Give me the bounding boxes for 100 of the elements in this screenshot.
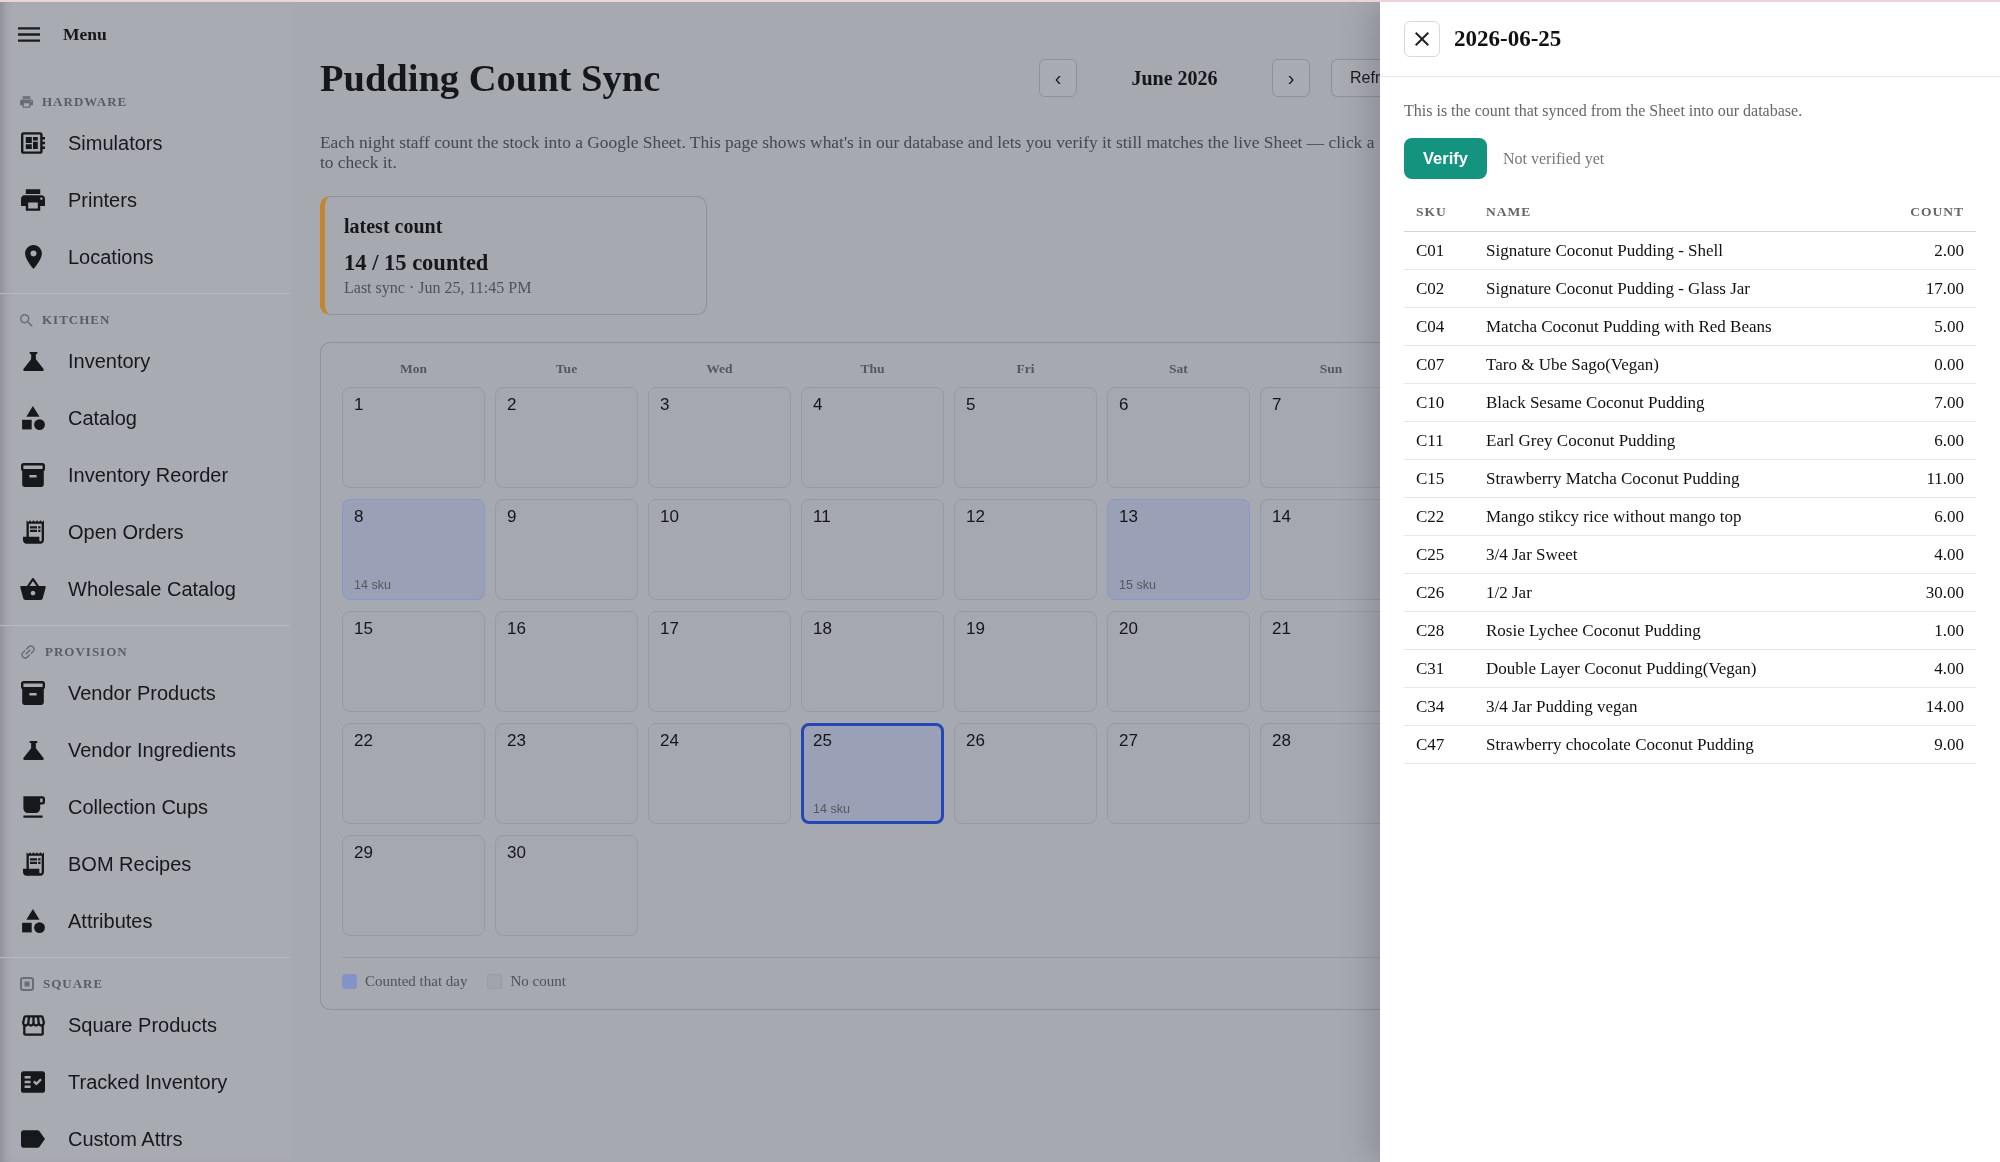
sidebar-item[interactable]: Inventory Reorder — [0, 455, 291, 495]
day-cell[interactable]: 4 — [801, 387, 944, 488]
day-cell[interactable]: 7 — [1260, 387, 1380, 488]
last-sync-text: Last sync · Jun 25, 11:45 PM — [344, 278, 533, 298]
day-cell[interactable]: 5 — [954, 387, 1097, 488]
table-cell: C31 — [1404, 649, 1474, 688]
day-cell[interactable]: 21 — [1260, 611, 1380, 712]
sidebar-item[interactable]: Inventory — [0, 341, 291, 381]
day-cell[interactable]: 9 — [495, 499, 638, 600]
verify-button[interactable]: Verify — [1404, 138, 1487, 179]
table-cell: 5.00 — [1875, 307, 1976, 346]
table-cell: Matcha Coconut Pudding with Red Beans — [1474, 307, 1876, 346]
cut-off-button[interactable]: Refr — [1331, 59, 1380, 97]
day-cell[interactable]: 26 — [954, 723, 1097, 824]
sidebar-item[interactable]: BOM Recipes — [0, 844, 291, 884]
sidebar-item[interactable]: Simulators — [0, 123, 291, 163]
section-label: HARDWARE — [42, 93, 128, 111]
archive-box-icon — [21, 463, 45, 487]
day-cell[interactable]: 1 — [342, 387, 485, 488]
sidebar-item[interactable]: Vendor Ingredients — [0, 730, 291, 770]
menu-button[interactable] — [18, 26, 40, 42]
sidebar-item[interactable]: Collection Cups — [0, 787, 291, 827]
table-cell: Strawberry chocolate Coconut Pudding — [1474, 725, 1876, 764]
shapes-icon — [21, 406, 45, 430]
day-cell[interactable]: 15 — [342, 611, 485, 712]
day-cell[interactable]: 3 — [648, 387, 791, 488]
day-cell[interactable]: 17 — [648, 611, 791, 712]
day-cell[interactable]: 6 — [1107, 387, 1250, 488]
day-cell[interactable]: 23 — [495, 723, 638, 824]
table-cell: C04 — [1404, 307, 1474, 346]
card-title: latest count — [344, 214, 444, 238]
close-button[interactable] — [1404, 21, 1440, 57]
sidebar-item[interactable]: Printers — [0, 180, 291, 220]
search-icon — [20, 313, 33, 327]
day-cell[interactable]: 19 — [954, 611, 1097, 712]
weekday-label: Fri — [1015, 360, 1036, 378]
day-cell[interactable]: 16 — [495, 611, 638, 712]
table-cell: Rosie Lychee Coconut Pudding — [1474, 611, 1876, 650]
day-cell[interactable]: 30 — [495, 835, 638, 936]
table-cell: 1/2 Jar — [1474, 573, 1876, 612]
table-cell: Mango stikcy rice without mango top — [1474, 497, 1876, 536]
sidebar-item[interactable]: Vendor Products — [0, 673, 291, 713]
sidebar-item[interactable]: Custom Attrs — [0, 1119, 291, 1159]
sidebar-item[interactable]: Tracked Inventory — [0, 1062, 291, 1102]
day-cell[interactable]: 29 — [342, 835, 485, 936]
table-cell: C01 — [1404, 231, 1474, 270]
table-cell: 6.00 — [1875, 421, 1976, 460]
sidebar-item[interactable]: Open Orders — [0, 512, 291, 552]
table-cell: C25 — [1404, 535, 1474, 574]
day-cell[interactable]: 13 15 sku — [1107, 499, 1250, 600]
day-cell[interactable]: 18 — [801, 611, 944, 712]
sidebar-item[interactable]: Square Products — [0, 1005, 291, 1045]
menu-title: Menu — [63, 23, 107, 45]
table-cell: 9.00 — [1875, 725, 1976, 764]
previous-month-button[interactable]: ‹ — [1039, 59, 1077, 97]
table-cell: 3/4 Jar Sweet — [1474, 535, 1876, 574]
column-header: NAME — [1474, 193, 1876, 232]
tag-icon — [21, 1130, 45, 1148]
table-cell: C11 — [1404, 421, 1474, 460]
cup-icon — [21, 796, 45, 818]
printer-icon — [21, 189, 45, 211]
table-cell: Double Layer Coconut Pudding(Vegan) — [1474, 649, 1876, 688]
column-header: SKU — [1404, 193, 1474, 232]
day-cell[interactable]: 2 — [495, 387, 638, 488]
table-cell: Strawberry Matcha Coconut Pudding — [1474, 459, 1876, 498]
checklist-icon — [21, 1071, 45, 1093]
sidebar-item[interactable]: Attributes — [0, 901, 291, 941]
table-cell: 1.00 — [1875, 611, 1976, 650]
day-cell[interactable]: 28 — [1260, 723, 1380, 824]
section-label: KITCHEN — [42, 311, 111, 329]
basket-icon — [20, 578, 46, 600]
weekday-label: Sat — [1168, 360, 1189, 378]
description-line: to check it. — [320, 152, 398, 172]
day-cell[interactable]: 27 — [1107, 723, 1250, 824]
table-cell: 17.00 — [1875, 269, 1976, 308]
sidebar-item[interactable]: Locations — [0, 237, 291, 277]
day-cell[interactable]: 20 — [1107, 611, 1250, 712]
storefront-icon — [21, 1014, 45, 1036]
next-month-button[interactable]: › — [1272, 59, 1310, 97]
day-cell[interactable]: 24 — [648, 723, 791, 824]
day-cell[interactable]: 14 — [1260, 499, 1380, 600]
day-cell[interactable]: 10 — [648, 499, 791, 600]
printer-icon — [20, 96, 33, 108]
table-cell: 6.00 — [1875, 497, 1976, 536]
day-cell[interactable]: 12 — [954, 499, 1097, 600]
table-cell: Signature Coconut Pudding - Glass Jar — [1474, 269, 1876, 308]
day-cell[interactable]: 22 — [342, 723, 485, 824]
sidebar-item[interactable]: Catalog — [0, 398, 291, 438]
table-cell: Taro & Ube Sago(Vegan) — [1474, 345, 1876, 384]
table-cell: 0.00 — [1875, 345, 1976, 384]
table-cell: 14.00 — [1875, 687, 1976, 726]
verify-status: Not verified yet — [1503, 149, 1605, 168]
day-cell[interactable]: 25 14 sku — [801, 723, 944, 824]
archive-box-icon — [21, 681, 45, 705]
sidebar-item[interactable]: Wholesale Catalog — [0, 569, 291, 609]
receipt-icon — [22, 520, 44, 544]
day-cell[interactable]: 11 — [801, 499, 944, 600]
day-cell[interactable]: 8 14 sku — [342, 499, 485, 600]
page-title: Pudding Count Sync — [320, 56, 661, 101]
drawer-title: 2026-06-25 — [1454, 26, 1562, 52]
